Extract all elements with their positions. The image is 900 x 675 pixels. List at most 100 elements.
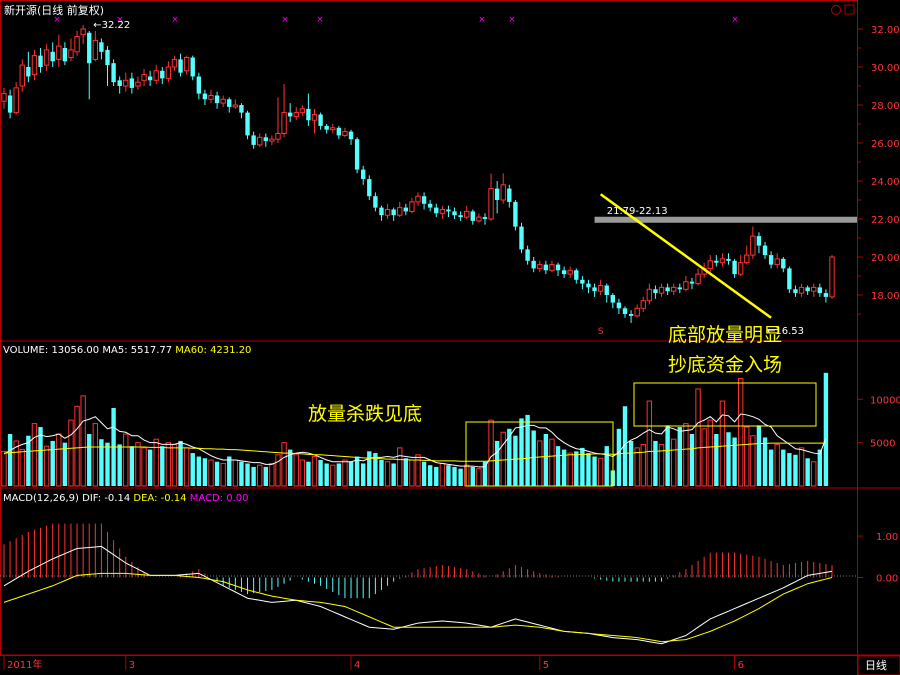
volume-bar bbox=[726, 432, 731, 486]
volume-tick-label: 5000 bbox=[870, 439, 895, 450]
volume-bar bbox=[793, 454, 798, 486]
volume-bar bbox=[330, 464, 336, 487]
volume-bar bbox=[275, 454, 281, 487]
period-tab-label[interactable]: 日线 bbox=[865, 658, 887, 672]
candle bbox=[653, 289, 658, 294]
annotation-selloff: 放量杀跌见底 bbox=[308, 403, 422, 425]
candle bbox=[683, 281, 689, 290]
volume-bar bbox=[787, 453, 792, 486]
candle bbox=[458, 215, 463, 218]
candle bbox=[190, 57, 195, 77]
volume-bar bbox=[99, 439, 104, 486]
volume-bar bbox=[555, 446, 561, 486]
candle bbox=[482, 217, 488, 219]
candle bbox=[384, 209, 391, 216]
candle bbox=[714, 260, 719, 263]
volume-bar bbox=[245, 463, 250, 486]
volume-bar bbox=[567, 452, 573, 487]
volume-bar bbox=[220, 462, 226, 487]
volume-bar bbox=[434, 466, 439, 486]
price-tick-label: 22.00 bbox=[871, 215, 900, 226]
candle bbox=[123, 79, 129, 87]
candle bbox=[232, 104, 239, 108]
volume-bar bbox=[719, 400, 726, 487]
dea-legend-name: DEA bbox=[133, 493, 154, 504]
candle bbox=[805, 287, 810, 292]
candle bbox=[634, 307, 640, 317]
event-marker: × bbox=[731, 15, 739, 25]
candle bbox=[409, 201, 415, 212]
volume-bar bbox=[574, 451, 579, 486]
candle bbox=[421, 196, 427, 204]
candle bbox=[403, 207, 409, 212]
candle bbox=[622, 308, 628, 314]
volume-bar bbox=[1, 450, 7, 487]
time-tick-label: 5 bbox=[543, 660, 549, 671]
event-marker-s: S bbox=[598, 327, 604, 337]
candle bbox=[677, 287, 682, 290]
time-tick-label: 4 bbox=[354, 660, 360, 671]
candle bbox=[476, 216, 482, 222]
volume-bar bbox=[634, 447, 640, 487]
volume-bar bbox=[488, 419, 494, 487]
candle bbox=[793, 289, 798, 294]
candle bbox=[147, 76, 153, 81]
candle bbox=[507, 188, 512, 202]
candle bbox=[367, 179, 372, 197]
period-tab[interactable]: 日线 bbox=[857, 655, 900, 675]
dif-legend-name: DIF bbox=[82, 493, 99, 504]
price-tick-label: 20.00 bbox=[871, 253, 900, 264]
volume-bar bbox=[379, 460, 384, 486]
volume-bar bbox=[671, 438, 677, 487]
candle bbox=[13, 87, 19, 114]
volume-bar bbox=[781, 449, 786, 486]
volume-bar bbox=[756, 425, 762, 486]
candle bbox=[597, 285, 604, 292]
volume-bar bbox=[744, 426, 750, 487]
candle bbox=[251, 135, 256, 145]
volume-bar bbox=[239, 461, 244, 486]
candle bbox=[324, 125, 329, 130]
candle bbox=[202, 93, 208, 100]
dea-legend-value: -0.14 bbox=[161, 493, 187, 504]
candle bbox=[56, 45, 62, 60]
dif-legend-value: -0.14 bbox=[104, 493, 130, 504]
volume-bar bbox=[798, 447, 805, 487]
svg-text:MACD(12,26,9) DIF: -0.14 DEA:: MACD(12,26,9) DIF: -0.14 DEA: -0.14 MACD… bbox=[3, 493, 249, 504]
candle bbox=[19, 64, 25, 87]
event-marker: × bbox=[478, 15, 486, 25]
volume-bar bbox=[811, 461, 817, 487]
candle bbox=[373, 196, 378, 208]
volume-bar bbox=[677, 427, 682, 486]
volume-bar bbox=[56, 433, 62, 487]
annotation-bottom-fishing: 抄底资金入场 bbox=[668, 354, 782, 376]
candle bbox=[726, 258, 731, 261]
candle bbox=[354, 139, 360, 170]
candle bbox=[171, 58, 178, 68]
candle bbox=[519, 226, 524, 250]
candle bbox=[798, 286, 805, 294]
volume-bar bbox=[50, 440, 55, 486]
candle bbox=[732, 260, 737, 275]
volume-bar bbox=[202, 458, 208, 486]
volume-bar bbox=[452, 466, 457, 486]
volume-bar bbox=[646, 400, 653, 487]
volume-bar bbox=[19, 449, 25, 487]
volume-bar bbox=[537, 440, 543, 487]
volume-bar bbox=[153, 438, 159, 487]
volume-bar bbox=[391, 463, 396, 486]
stock-chart-window[interactable]: 新开源(日线 前复权) 32.0030.0028.0026.0024.0022.… bbox=[0, 0, 900, 675]
volume-bar bbox=[774, 443, 780, 487]
volume-bar bbox=[737, 378, 744, 487]
volume-bar bbox=[263, 466, 268, 486]
candle bbox=[616, 302, 622, 309]
candle bbox=[111, 63, 116, 83]
time-tick-label: 2011年 bbox=[7, 658, 42, 671]
volume-bar bbox=[397, 447, 403, 487]
candle bbox=[781, 258, 786, 269]
candle bbox=[1, 93, 7, 102]
volume-bar bbox=[519, 418, 524, 486]
candle bbox=[239, 105, 244, 113]
candle bbox=[586, 283, 591, 288]
candle bbox=[665, 287, 670, 292]
